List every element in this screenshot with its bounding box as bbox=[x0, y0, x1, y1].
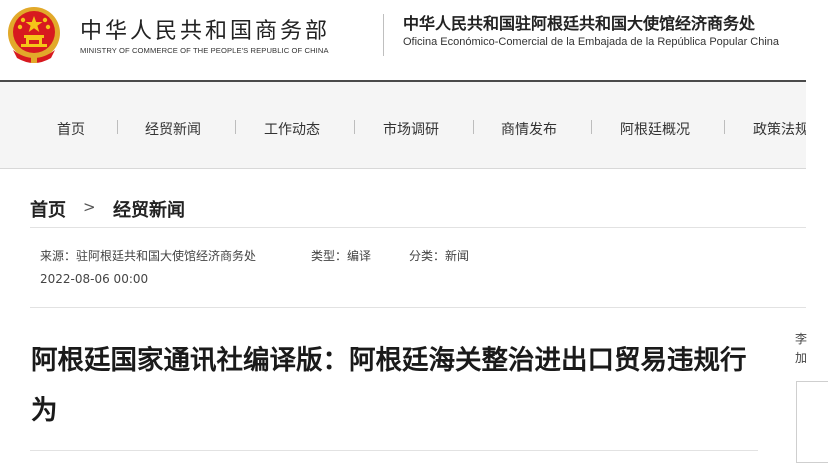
nav-item-work-updates[interactable]: 工作动态 bbox=[264, 119, 320, 139]
article-title: 阿根廷国家通讯社编译版：阿根廷海关整治进出口贸易违规行为 bbox=[31, 345, 747, 426]
breadcrumb-divider bbox=[30, 227, 806, 228]
breadcrumb-current[interactable]: 经贸新闻 bbox=[113, 196, 185, 222]
nav-separator bbox=[724, 120, 725, 134]
nav-separator bbox=[354, 120, 355, 134]
breadcrumb-home[interactable]: 首页 bbox=[30, 196, 66, 222]
office-name-es: Oficina Económico-Comercial de la Embaja… bbox=[403, 36, 780, 48]
article-source: 来源：驻阿根廷共和国大使馆经济商务处 bbox=[40, 249, 257, 263]
article-category: 分类：新闻 bbox=[409, 249, 470, 263]
nav-item-trade-news[interactable]: 经贸新闻 bbox=[145, 119, 201, 139]
ministry-name-en: MINISTRY OF COMMERCE OF THE PEOPLE'S REP… bbox=[80, 46, 329, 55]
main-nav: 首页 经贸新闻 工作动态 市场调研 商情发布 阿根廷概况 政策法规 bbox=[0, 82, 806, 169]
nav-item-market-research[interactable]: 市场调研 bbox=[383, 119, 439, 139]
ministry-name-cn[interactable]: 中华人民共和国商务部 bbox=[80, 13, 330, 45]
nav-separator bbox=[235, 120, 236, 134]
chevron-right-icon: > bbox=[83, 198, 96, 216]
nav-separator bbox=[117, 120, 118, 134]
header-divider bbox=[383, 14, 384, 56]
article-date: 2022-08-06 00:00 bbox=[40, 272, 149, 286]
sidebar-label-peek[interactable]: 加 bbox=[795, 349, 807, 366]
nav-item-business-info[interactable]: 商情发布 bbox=[501, 119, 557, 139]
nav-separator bbox=[473, 120, 474, 134]
sidebar-label-peek[interactable]: 李 bbox=[795, 330, 807, 347]
national-emblem-icon[interactable] bbox=[7, 6, 61, 64]
article-type: 类型：编译 bbox=[311, 249, 372, 263]
nav-item-home[interactable]: 首页 bbox=[57, 119, 85, 139]
nav-item-policies[interactable]: 政策法规 bbox=[753, 119, 806, 139]
title-divider bbox=[30, 450, 758, 451]
meta-divider bbox=[30, 307, 806, 308]
office-name-cn[interactable]: 中华人民共和国驻阿根廷共和国大使馆经济商务处 bbox=[403, 10, 755, 34]
site-header: 中华人民共和国商务部 MINISTRY OF COMMERCE OF THE P… bbox=[0, 0, 828, 82]
nav-separator bbox=[591, 120, 592, 134]
nav-item-argentina-overview[interactable]: 阿根廷概况 bbox=[620, 119, 690, 139]
sidebar-box bbox=[796, 381, 828, 463]
